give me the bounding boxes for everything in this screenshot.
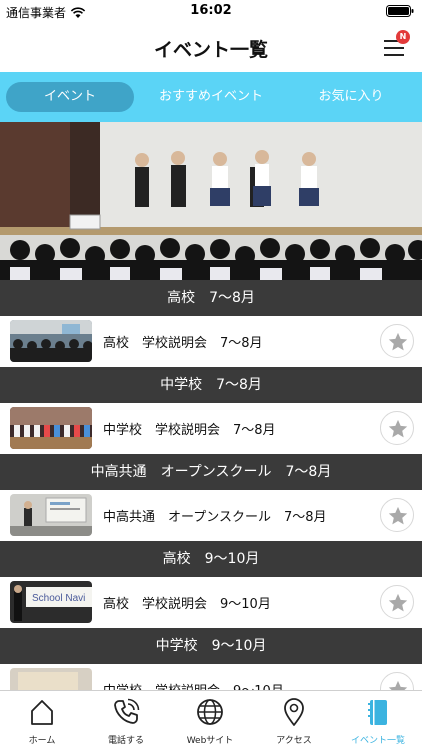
status-time: 16:02 xyxy=(190,3,232,18)
star-icon xyxy=(388,506,408,525)
event-thumbnail xyxy=(10,320,92,362)
star-icon xyxy=(388,680,408,690)
tab-access[interactable]: アクセス xyxy=(252,691,336,750)
tab-label: イベント一覧 xyxy=(350,736,405,746)
map-pin-icon xyxy=(284,698,304,726)
favorite-button[interactable] xyxy=(380,498,414,532)
tab-label: Webサイト xyxy=(186,736,234,746)
tab-event-list[interactable]: イベント一覧 xyxy=(336,691,420,750)
hamburger-menu-icon[interactable]: N xyxy=(382,30,410,60)
notification-badge: N xyxy=(396,30,410,44)
segment-recommended[interactable]: おすすめイベント xyxy=(148,82,274,112)
event-row[interactable]: 中学校 学校説明会 7〜8月 xyxy=(0,403,422,454)
event-title: 高校 学校説明会 9〜10月 xyxy=(103,597,271,612)
section-header: 中学校 9〜10月 xyxy=(0,628,422,664)
battery-icon xyxy=(386,5,414,17)
event-row[interactable]: School Navi 高校 学校説明会 9〜10月 xyxy=(0,577,422,628)
event-row[interactable]: 中高共通 オープンスクール 7〜8月 xyxy=(0,490,422,541)
page-title: イベント一覧 xyxy=(153,39,268,61)
favorite-button[interactable] xyxy=(380,411,414,445)
event-thumbnail: School Navi xyxy=(10,581,92,623)
notebook-icon xyxy=(368,700,387,725)
hero-image xyxy=(0,122,422,280)
event-row[interactable]: 高校 学校説明会 7〜8月 xyxy=(0,316,422,367)
status-bar: 通信事業者 16:02 xyxy=(0,0,422,22)
phone-icon xyxy=(114,698,140,724)
hero-photo-illustration xyxy=(0,122,422,280)
event-row[interactable]: 中学校 学校説明会 9〜10月 xyxy=(0,664,422,690)
section-header: 高校 9〜10月 xyxy=(0,541,422,577)
event-thumbnail xyxy=(10,668,92,690)
tab-website[interactable]: Webサイト xyxy=(168,691,252,750)
home-icon xyxy=(31,700,53,725)
tab-label: アクセス xyxy=(276,736,312,746)
globe-icon xyxy=(197,699,223,725)
favorite-button[interactable] xyxy=(380,324,414,358)
tab-label: ホーム xyxy=(28,736,56,746)
favorite-button[interactable] xyxy=(380,672,414,690)
event-title: 中高共通 オープンスクール 7〜8月 xyxy=(103,510,327,525)
event-thumbnail xyxy=(10,407,92,449)
event-title: 中学校 学校説明会 7〜8月 xyxy=(103,423,276,438)
navigation-bar: イベント一覧 N xyxy=(0,22,422,72)
segment-control: イベント おすすめイベント お気に入り xyxy=(0,72,422,122)
section-header: 高校 7〜8月 xyxy=(0,280,422,316)
favorite-button[interactable] xyxy=(380,585,414,619)
event-title: 高校 学校説明会 7〜8月 xyxy=(103,336,263,351)
tab-home[interactable]: ホーム xyxy=(0,691,84,750)
thumbnail-banner-text: School Navi xyxy=(32,593,85,604)
section-header: 中高共通 オープンスクール 7〜8月 xyxy=(0,454,422,490)
star-icon xyxy=(388,419,408,438)
event-title: 中学校 学校説明会 9〜10月 xyxy=(103,680,284,690)
event-list[interactable]: 高校 7〜8月 高校 学校説明会 7〜8月 中学校 7〜8月 中学校 学校説明会… xyxy=(0,280,422,690)
tab-phone[interactable]: 電話する xyxy=(84,691,168,750)
tab-bar: ホーム 電話する Webサイト アクセス イベント一覧 xyxy=(0,690,422,750)
segment-favorites[interactable]: お気に入り xyxy=(288,82,414,112)
star-icon xyxy=(388,332,408,351)
tab-label: 電話する xyxy=(107,736,144,746)
star-icon xyxy=(388,593,408,612)
event-thumbnail xyxy=(10,494,92,536)
section-header: 中学校 7〜8月 xyxy=(0,367,422,403)
segment-events[interactable]: イベント xyxy=(6,82,134,112)
